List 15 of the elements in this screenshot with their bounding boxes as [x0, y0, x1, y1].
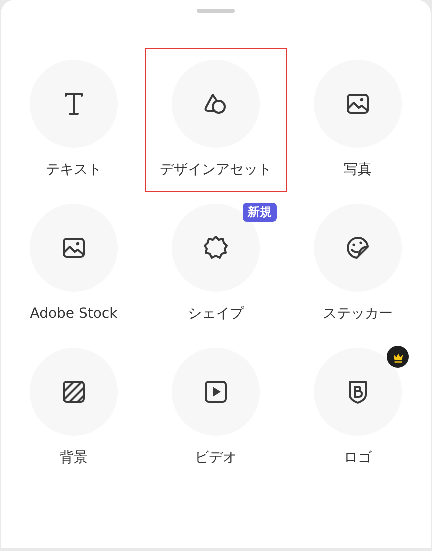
menu-item[interactable]: 写真	[287, 48, 429, 192]
new-badge: 新規	[243, 203, 277, 222]
menu-item[interactable]: テキスト	[3, 48, 145, 192]
menu-item[interactable]: ビデオ	[145, 336, 287, 480]
menu-item[interactable]: Adobe Stock	[3, 192, 145, 336]
menu-item[interactable]: デザインアセット	[145, 48, 287, 192]
sticker-icon	[344, 234, 372, 262]
menu-item[interactable]: 背景	[3, 336, 145, 480]
play-icon	[202, 378, 230, 406]
menu-item[interactable]: ステッカー	[287, 192, 429, 336]
seal-icon	[202, 234, 230, 262]
menu-item[interactable]: 新規 シェイプ	[145, 192, 287, 336]
menu-item[interactable]: ロゴ	[287, 336, 429, 480]
drag-handle[interactable]	[197, 9, 235, 13]
striped-square-icon	[60, 378, 88, 406]
